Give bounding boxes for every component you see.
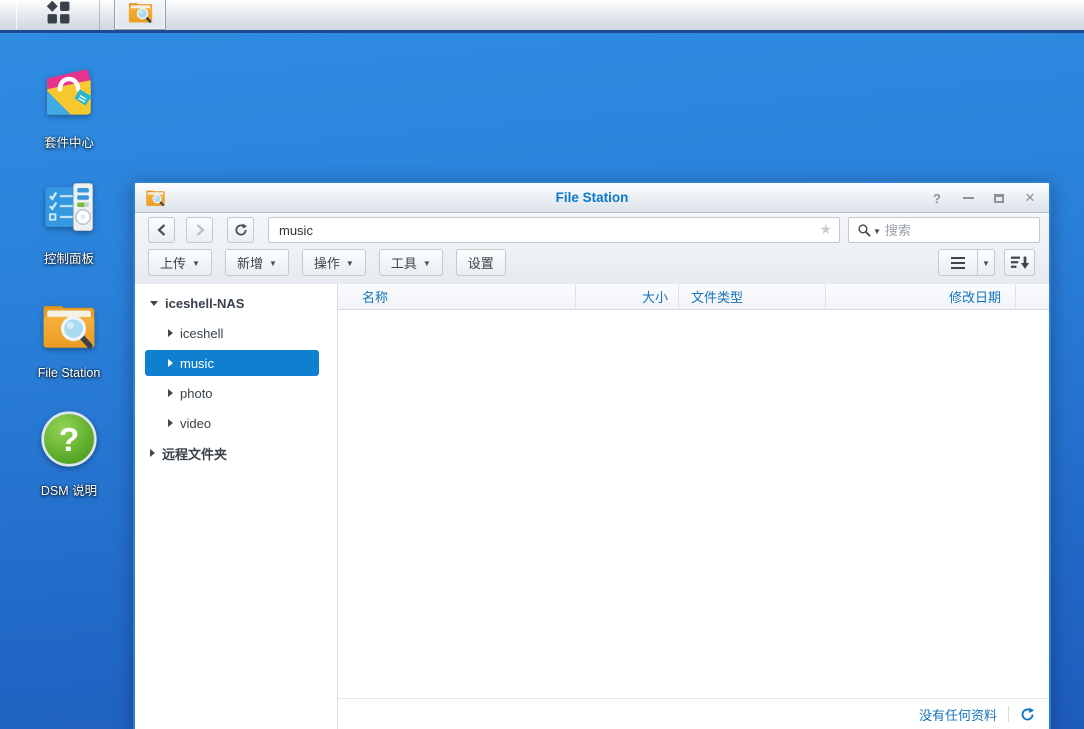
sidebar-item-root[interactable]: iceshell-NAS (135, 288, 337, 318)
minimize-button[interactable] (961, 191, 975, 205)
expander-right-icon[interactable] (150, 449, 155, 457)
empty-state-text: 没有任何资料 (919, 705, 997, 724)
help-button[interactable]: ? (930, 191, 944, 205)
close-button[interactable]: ✕ (1023, 191, 1037, 205)
sidebar-item-label: iceshell (180, 326, 223, 341)
desktop-icon-label: 控制面板 (26, 248, 112, 267)
status-bar: 没有任何资料 (338, 698, 1049, 729)
settings-button[interactable]: 设置 (456, 249, 506, 276)
sidebar-item-label: video (180, 416, 211, 431)
apps-grid-icon (46, 0, 71, 30)
button-label: 设置 (468, 253, 494, 272)
refresh-icon (234, 223, 248, 237)
expander-right-icon[interactable] (168, 419, 173, 427)
desktop-icon-dsm-help[interactable]: DSM 说明 (26, 410, 112, 499)
desktop-icon-label: File Station (26, 366, 112, 380)
column-header-size[interactable]: 大小 (576, 284, 679, 309)
desktop-icon-label: 套件中心 (26, 132, 112, 151)
taskbar-file-station-button[interactable] (114, 0, 166, 30)
taskbar (0, 0, 1084, 33)
view-dropdown-button[interactable]: ▼ (978, 249, 995, 276)
expander-right-icon[interactable] (168, 359, 173, 367)
sidebar-item-label: iceshell-NAS (165, 296, 244, 311)
path-input[interactable] (268, 217, 840, 243)
sort-icon (1010, 255, 1030, 270)
caret-down-icon: ▼ (423, 259, 431, 268)
main-menu-button[interactable] (16, 0, 100, 30)
caret-down-icon[interactable]: ▼ (873, 227, 881, 236)
folder-search-icon (40, 341, 98, 358)
expander-down-icon[interactable] (150, 301, 158, 306)
window-chrome: ★ ▼ 上传 ▼ 新增 ▼ 操作 ▼ (135, 213, 1049, 284)
package-center-icon (40, 107, 98, 124)
sidebar-item-photo[interactable]: photo (135, 378, 337, 408)
minimize-icon (963, 197, 974, 199)
sidebar-item-remote-folders[interactable]: 远程文件夹 (135, 438, 337, 468)
column-header-type[interactable]: 文件类型 (679, 284, 826, 309)
create-button[interactable]: 新增 ▼ (225, 249, 289, 276)
maximize-button[interactable] (992, 191, 1006, 205)
window-content: iceshell-NAS iceshell music photo video … (135, 284, 1049, 729)
path-field-wrap: ★ (268, 217, 840, 243)
caret-down-icon: ▼ (346, 259, 354, 268)
control-panel-icon (40, 223, 98, 240)
divider (1008, 706, 1009, 722)
status-refresh-button[interactable] (1020, 707, 1035, 722)
caret-down-icon: ▼ (269, 259, 277, 268)
forward-button[interactable] (186, 217, 213, 243)
chevron-left-icon (159, 225, 165, 235)
sort-button[interactable] (1004, 249, 1035, 276)
window-titlebar[interactable]: File Station ? ✕ (135, 183, 1049, 213)
sidebar-item-label: photo (180, 386, 213, 401)
maximize-icon (994, 194, 1004, 203)
search-box[interactable]: ▼ (848, 217, 1040, 243)
desktop-icon-label: DSM 说明 (26, 480, 112, 499)
caret-down-icon: ▼ (192, 259, 200, 268)
expander-right-icon[interactable] (168, 329, 173, 337)
button-label: 工具 (391, 253, 417, 272)
folder-search-icon (127, 0, 154, 29)
button-label: 新增 (237, 253, 263, 272)
back-button[interactable] (148, 217, 175, 243)
toolbar: 上传 ▼ 新增 ▼ 操作 ▼ 工具 ▼ 设置 (135, 247, 1049, 284)
tools-button[interactable]: 工具 ▼ (379, 249, 443, 276)
upload-button[interactable]: 上传 ▼ (148, 249, 212, 276)
sidebar-item-iceshell[interactable]: iceshell (135, 318, 337, 348)
desktop-icon-control-panel[interactable]: 控制面板 (26, 178, 112, 267)
sidebar-item-video[interactable]: video (135, 408, 337, 438)
window-controls: ? ✕ (930, 183, 1037, 213)
view-controls: ▼ (938, 249, 1035, 276)
desktop-icon-package-center[interactable]: 套件中心 (26, 62, 112, 151)
sidebar-item-label: 远程文件夹 (162, 444, 227, 463)
column-header-modified[interactable]: 修改日期 (826, 284, 1016, 309)
action-button[interactable]: 操作 ▼ (302, 249, 366, 276)
star-icon[interactable]: ★ (819, 221, 832, 238)
search-icon (857, 223, 871, 237)
window-title: File Station (135, 190, 1049, 205)
caret-down-icon: ▼ (982, 259, 990, 268)
help-icon (40, 455, 98, 472)
chevron-right-icon (197, 225, 203, 235)
desktop-icon-file-station[interactable]: File Station (26, 296, 112, 380)
refresh-button[interactable] (227, 217, 254, 243)
sidebar-item-label: music (180, 356, 214, 371)
sidebar-item-music[interactable]: music (145, 350, 319, 376)
file-station-window: File Station ? ✕ ★ (133, 181, 1051, 729)
list-view-button[interactable] (938, 249, 978, 276)
search-input[interactable] (885, 223, 1033, 238)
expander-right-icon[interactable] (168, 389, 173, 397)
folder-tree-sidebar: iceshell-NAS iceshell music photo video … (135, 284, 338, 729)
navigation-row: ★ ▼ (135, 213, 1049, 247)
file-list-empty-area[interactable] (338, 310, 1049, 698)
button-label: 操作 (314, 253, 340, 272)
column-header-gutter (1016, 284, 1049, 309)
column-header-name[interactable]: 名称 (338, 284, 576, 309)
button-label: 上传 (160, 253, 186, 272)
list-view-icon (951, 257, 965, 269)
column-header-row: 名称 大小 文件类型 修改日期 (338, 284, 1049, 310)
file-list-panel: 名称 大小 文件类型 修改日期 没有任何资料 (338, 284, 1049, 729)
